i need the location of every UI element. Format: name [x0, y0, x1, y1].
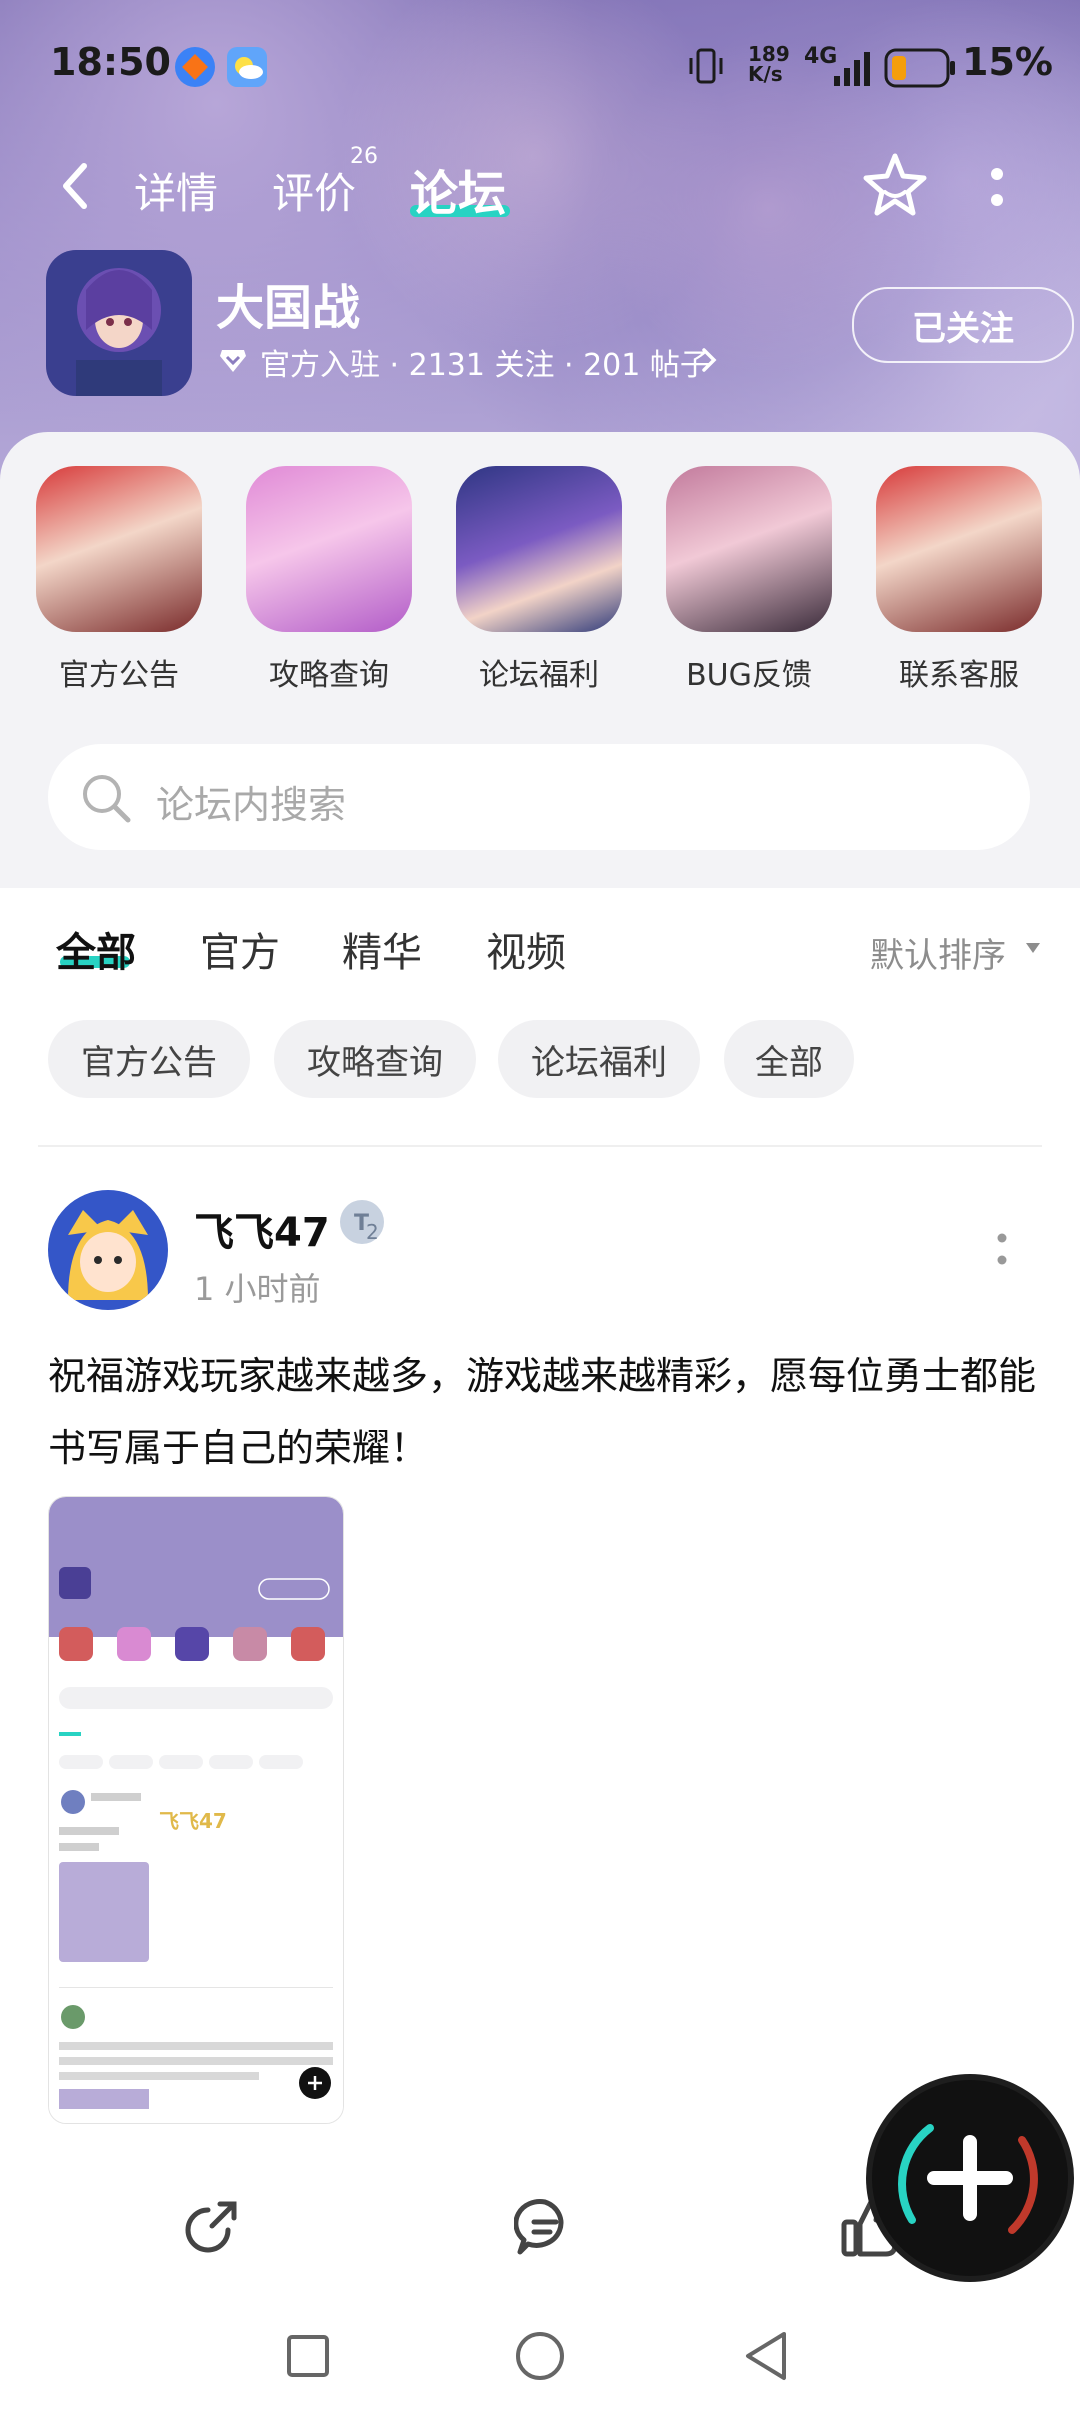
shortcut-thumbnail — [876, 466, 1042, 632]
signal-icon — [834, 52, 870, 86]
tab-reviews[interactable]: 评价 — [272, 160, 356, 221]
vibrate-icon — [686, 46, 726, 86]
plus-icon — [898, 2124, 1038, 2234]
shortcut-forum-benefits[interactable]: 论坛福利 — [454, 466, 624, 694]
post-time: 1 小时前 — [194, 1270, 321, 1308]
shortcut-contact-support[interactable]: 联系客服 — [874, 466, 1044, 694]
star-favorite-icon[interactable] — [860, 150, 930, 220]
search-input[interactable]: 论坛内搜索 — [48, 744, 1030, 850]
create-post-button[interactable] — [872, 2080, 1068, 2276]
shortcut-thumbnail — [666, 466, 832, 632]
game-title: 大国战 — [216, 280, 361, 336]
game-avatar — [46, 250, 192, 396]
level-badge-icon: T — [338, 1198, 388, 1248]
post-more-icon[interactable] — [994, 1232, 1010, 1268]
battery-percent: 15% — [962, 40, 1053, 84]
shortcut-label: BUG反馈 — [686, 658, 812, 693]
shortcut-guide-search[interactable]: 攻略查询 — [244, 466, 414, 694]
sort-caret-icon — [1024, 940, 1042, 954]
comment-icon[interactable] — [513, 2196, 576, 2258]
shortcut-thumbnail — [456, 466, 622, 632]
battery-icon — [884, 48, 956, 88]
weather-notification-icon — [224, 44, 270, 90]
shortcut-thumbnail — [246, 466, 412, 632]
game-meta[interactable]: 官方入驻 · 2131 关注 · 201 帖子 — [260, 340, 710, 384]
shortcut-label: 论坛福利 — [479, 658, 599, 693]
post-image[interactable]: 飞飞47 — [48, 1496, 344, 2124]
feed-tab-featured[interactable]: 精华 — [342, 920, 422, 978]
network-type: 4G — [804, 44, 838, 69]
tab-details[interactable]: 详情 — [134, 160, 218, 221]
tab-forum[interactable]: 论坛 — [410, 154, 506, 224]
shortcut-label: 官方公告 — [59, 658, 179, 693]
shortcut-thumbnail — [36, 466, 202, 632]
back-icon[interactable] — [56, 158, 96, 214]
recent-apps-icon[interactable] — [286, 2334, 330, 2378]
search-placeholder: 论坛内搜索 — [156, 783, 347, 827]
share-icon[interactable] — [182, 2196, 242, 2256]
author-avatar[interactable] — [48, 1190, 168, 1310]
sort-dropdown[interactable]: 默认排序 — [870, 928, 1006, 977]
shortcut-bug-report[interactable]: BUG反馈 — [664, 466, 834, 694]
chip-all[interactable]: 全部 — [724, 1020, 854, 1098]
status-time: 18:50 — [50, 40, 171, 84]
reviews-count-badge: 26 — [350, 144, 378, 169]
back-nav-icon[interactable] — [744, 2330, 788, 2382]
feed-tab-video[interactable]: 视频 — [486, 920, 566, 978]
network-speed: 189 K/s — [748, 42, 790, 86]
shortcut-label: 攻略查询 — [269, 658, 389, 693]
chip-official-notice[interactable]: 官方公告 — [48, 1020, 250, 1098]
image-watermark: 飞飞47 — [159, 1809, 227, 1833]
level-number: 2 — [366, 1220, 379, 1244]
app-notification-icon — [172, 44, 218, 90]
search-icon — [78, 770, 134, 826]
author-name[interactable]: 飞飞47 — [194, 1200, 330, 1258]
home-icon[interactable] — [514, 2330, 566, 2382]
follow-button[interactable]: 已关注 — [852, 287, 1074, 363]
verified-diamond-icon — [218, 346, 248, 374]
shortcut-label: 联系客服 — [899, 658, 1019, 693]
more-options-icon[interactable] — [988, 164, 1006, 214]
chevron-right-icon — [700, 344, 720, 376]
post-content: 祝福游戏玩家越来越多，游戏越来越精彩，愿每位勇士都能书写属于自己的荣耀！ — [48, 1354, 1037, 1470]
feed-tab-official[interactable]: 官方 — [200, 920, 280, 978]
chip-guide-search[interactable]: 攻略查询 — [274, 1020, 476, 1098]
shortcut-official-notice[interactable]: 官方公告 — [34, 466, 204, 694]
feed-tab-all[interactable]: 全部 — [56, 920, 136, 978]
chip-forum-benefits[interactable]: 论坛福利 — [498, 1020, 700, 1098]
divider — [38, 1145, 1042, 1147]
